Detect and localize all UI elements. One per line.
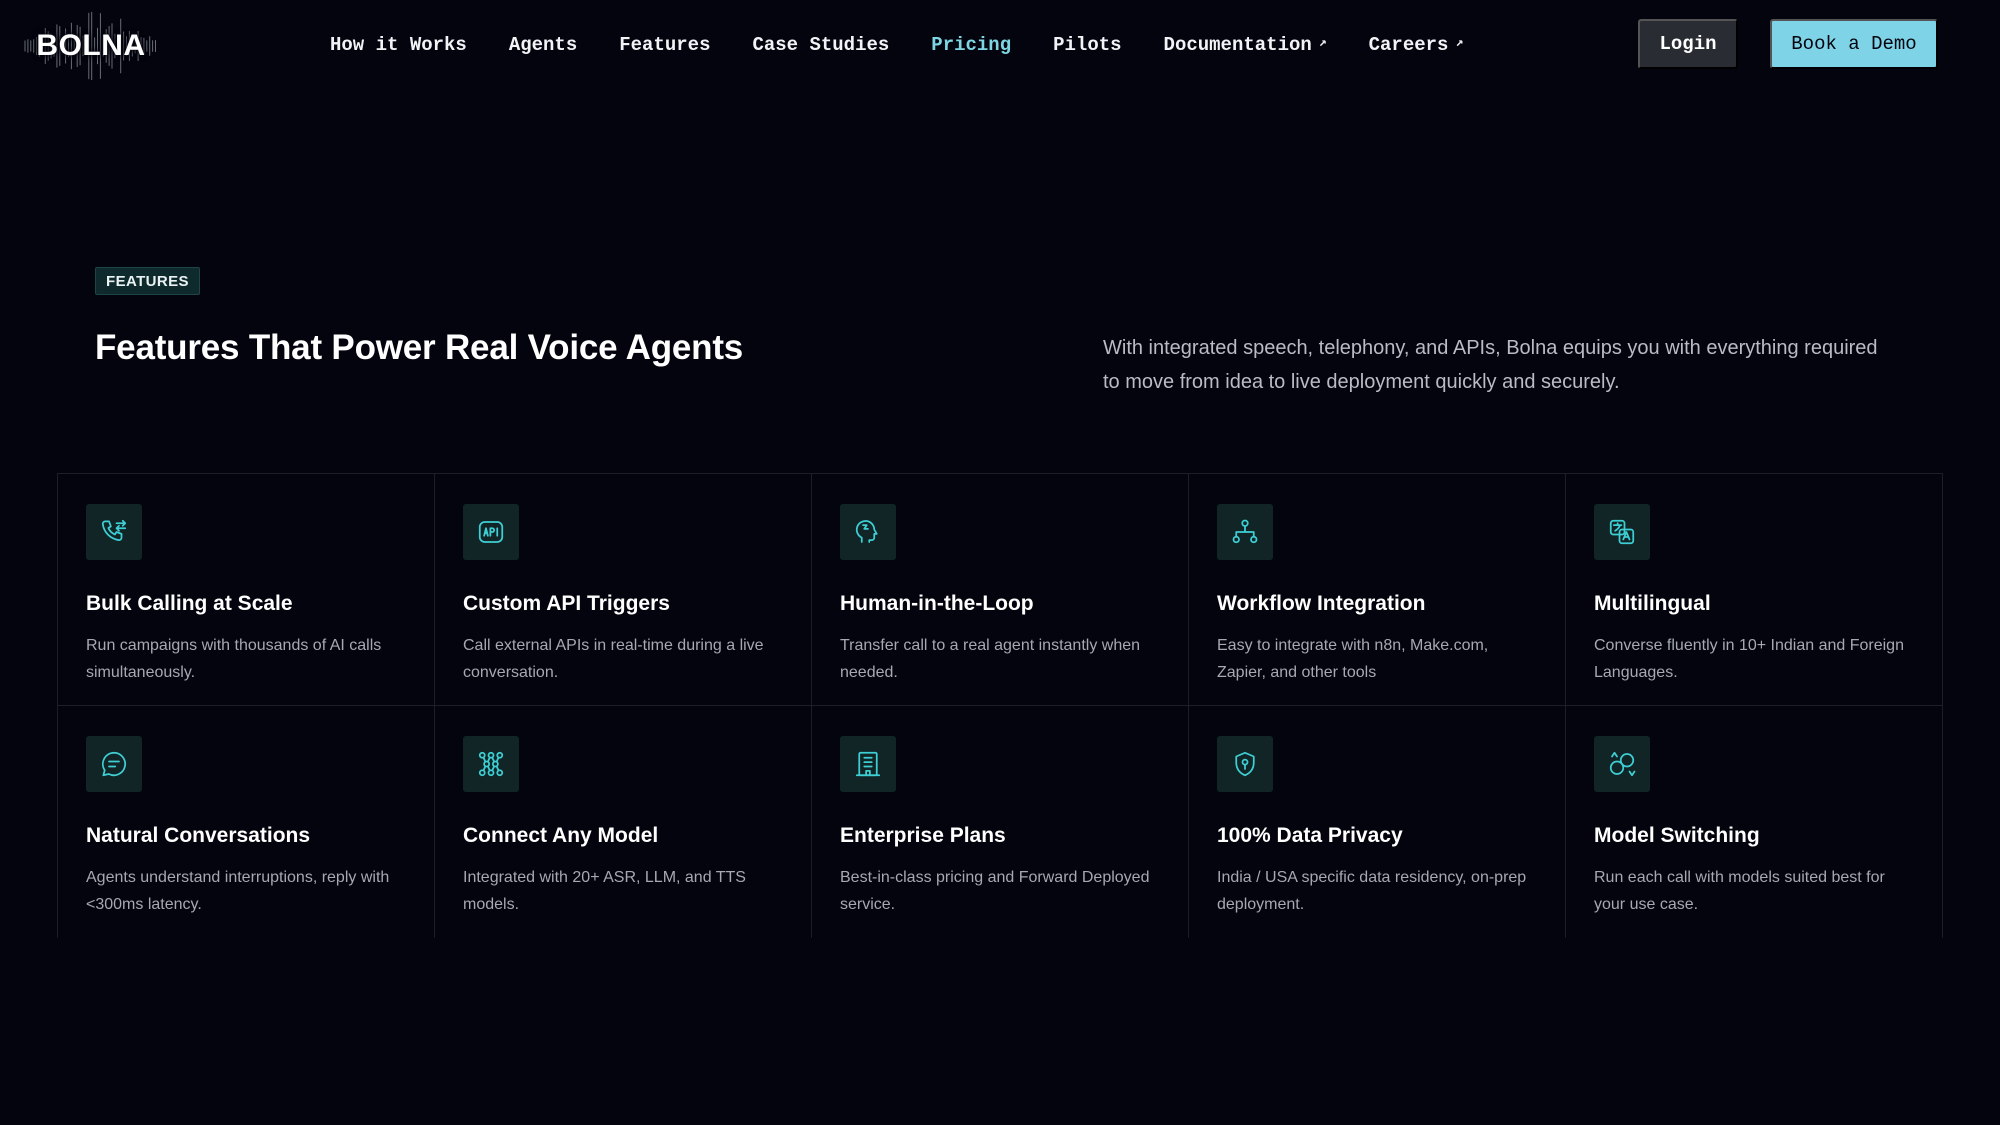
nav-careers[interactable]: Careers ↗ bbox=[1369, 34, 1464, 56]
feature-title: Workflow Integration bbox=[1217, 592, 1426, 615]
model-network-icon bbox=[463, 736, 519, 792]
phone-transfer-icon bbox=[86, 504, 142, 560]
external-link-icon: ↗ bbox=[1455, 34, 1464, 50]
feature-title: Custom API Triggers bbox=[463, 592, 670, 615]
nav-pilots[interactable]: Pilots bbox=[1053, 34, 1121, 56]
feature-description: Run each call with models suited best fo… bbox=[1594, 869, 1885, 913]
feature-card-connect-model: Connect Any Model Integrated with 20+ AS… bbox=[434, 705, 812, 938]
feature-card-data-privacy: 100% Data Privacy India / USA specific d… bbox=[1188, 705, 1566, 938]
feature-title: Human-in-the-Loop bbox=[840, 592, 1034, 615]
translate-icon bbox=[1594, 504, 1650, 560]
feature-description: Call external APIs in real-time during a… bbox=[463, 637, 764, 681]
feature-card-api-triggers: Custom API Triggers Call external APIs i… bbox=[434, 473, 812, 706]
nav-label: Careers bbox=[1368, 34, 1449, 56]
chat-icon bbox=[86, 736, 142, 792]
feature-title: Enterprise Plans bbox=[840, 824, 1006, 847]
nav-links: How it Works Agents Features Case Studie… bbox=[330, 0, 1505, 90]
feature-description: Best-in-class pricing and Forward Deploy… bbox=[840, 869, 1150, 913]
human-head-icon bbox=[840, 504, 896, 560]
book-demo-button[interactable]: Book a Demo bbox=[1770, 19, 1938, 69]
nav-label: Pricing bbox=[931, 34, 1012, 56]
nav-pricing[interactable]: Pricing bbox=[931, 34, 1011, 56]
nav-case-studies[interactable]: Case Studies bbox=[752, 34, 889, 56]
nav-label: Documentation bbox=[1163, 34, 1312, 56]
feature-title: Natural Conversations bbox=[86, 824, 311, 847]
feature-description: Agents understand interruptions, reply w… bbox=[86, 869, 390, 913]
shield-lock-icon bbox=[1217, 736, 1273, 792]
nav-label: Features bbox=[619, 34, 711, 56]
nav-label: Pilots bbox=[1053, 34, 1122, 56]
feature-card-human-in-loop: Human-in-the-Loop Transfer call to a rea… bbox=[811, 473, 1189, 706]
section-badge: FEATURES bbox=[95, 267, 200, 295]
nav-label: Agents bbox=[508, 34, 578, 56]
feature-title: Model Switching bbox=[1594, 824, 1760, 847]
feature-description: Run campaigns with thousands of AI calls… bbox=[86, 637, 382, 681]
feature-card-multilingual: Multilingual Converse fluently in 10+ In… bbox=[1565, 473, 1943, 706]
login-button[interactable]: Login bbox=[1638, 19, 1738, 69]
model-switch-icon bbox=[1594, 736, 1650, 792]
feature-description: India / USA specific data residency, on-… bbox=[1217, 869, 1527, 913]
nav-features[interactable]: Features bbox=[619, 34, 710, 56]
section-intro: With integrated speech, telephony, and A… bbox=[1103, 337, 1878, 393]
feature-description: Transfer call to a real agent instantly … bbox=[840, 637, 1141, 681]
bolna-logo[interactable]: BOLNA bbox=[22, 6, 160, 86]
feature-title: 100% Data Privacy bbox=[1217, 824, 1403, 847]
feature-description: Converse fluently in 10+ Indian and Fore… bbox=[1594, 637, 1904, 681]
top-nav: BOLNA How it Works Agents Features Case … bbox=[0, 0, 2000, 90]
feature-description: Easy to integrate with n8n, Make.com, Za… bbox=[1217, 637, 1489, 681]
feature-title: Multilingual bbox=[1594, 592, 1711, 615]
feature-title: Connect Any Model bbox=[463, 824, 659, 847]
feature-card-natural-conversations: Natural Conversations Agents understand … bbox=[57, 705, 435, 938]
nav-agents[interactable]: Agents bbox=[509, 34, 577, 56]
logo-text: BOLNA bbox=[36, 29, 146, 62]
feature-card-bulk-calling: Bulk Calling at Scale Run campaigns with… bbox=[57, 473, 435, 706]
external-link-icon: ↗ bbox=[1318, 34, 1327, 50]
api-icon bbox=[463, 504, 519, 560]
feature-card-workflow: Workflow Integration Easy to integrate w… bbox=[1188, 473, 1566, 706]
nav-label: How it Works bbox=[330, 34, 467, 56]
building-icon bbox=[840, 736, 896, 792]
nav-documentation[interactable]: Documentation ↗ bbox=[1164, 34, 1327, 56]
nav-label: Case Studies bbox=[752, 34, 890, 56]
workflow-icon bbox=[1217, 504, 1273, 560]
feature-card-model-switching: Model Switching Run each call with model… bbox=[1565, 705, 1943, 938]
features-grid: Bulk Calling at Scale Run campaigns with… bbox=[57, 473, 1943, 938]
feature-title: Bulk Calling at Scale bbox=[86, 592, 293, 615]
nav-how-it-works[interactable]: How it Works bbox=[330, 34, 467, 56]
page-title: Features That Power Real Voice Agents bbox=[95, 328, 744, 367]
feature-description: Integrated with 20+ ASR, LLM, and TTS mo… bbox=[463, 869, 746, 913]
feature-card-enterprise: Enterprise Plans Best-in-class pricing a… bbox=[811, 705, 1189, 938]
